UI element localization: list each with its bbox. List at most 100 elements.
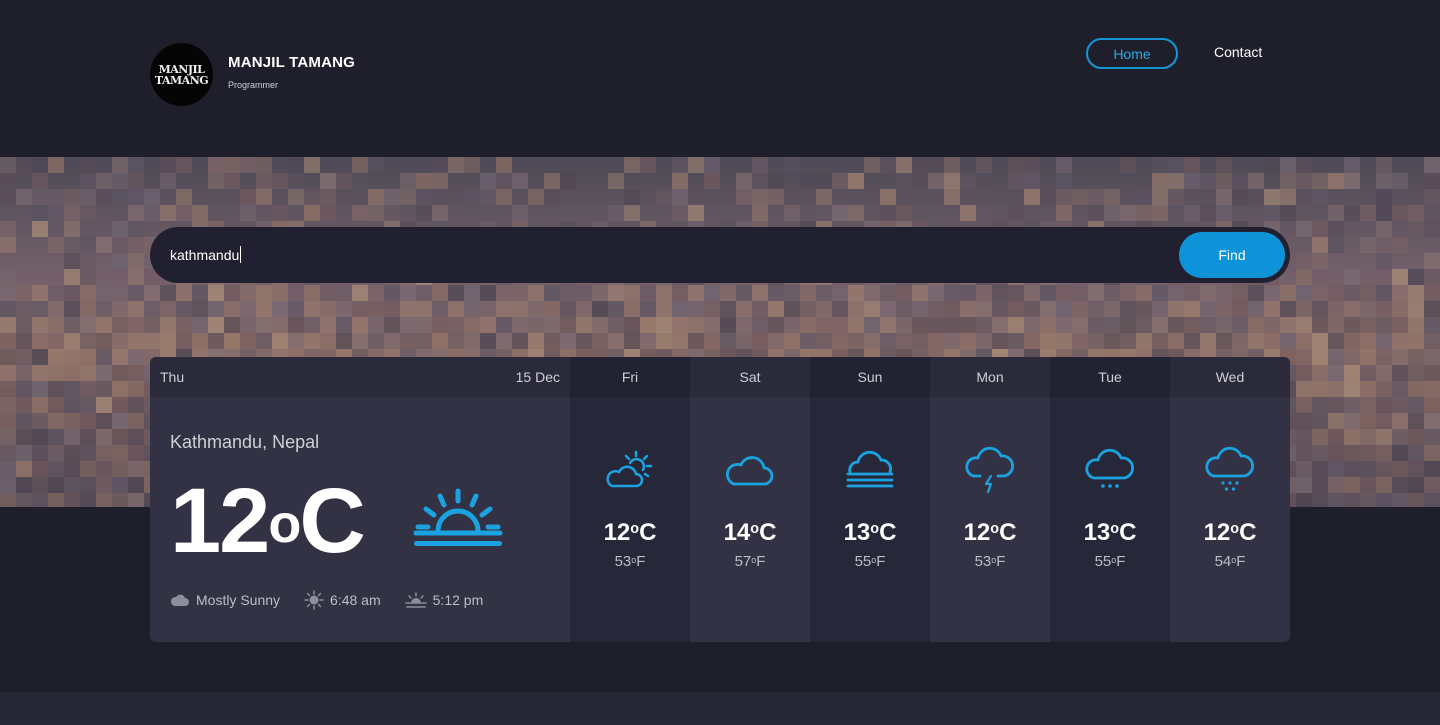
hero-pixel: [1328, 317, 1344, 333]
hero-pixel: [1344, 269, 1360, 285]
hero-pixel: [1200, 173, 1216, 189]
hero-pixel: [1344, 333, 1360, 349]
hero-pixel: [32, 189, 48, 205]
hero-pixel: [416, 317, 432, 333]
hero-pixel: [736, 173, 752, 189]
hero-pixel: [144, 189, 160, 205]
hero-pixel: [1072, 317, 1088, 333]
hero-pixel: [1360, 285, 1376, 301]
hero-pixel: [432, 173, 448, 189]
hero-pixel: [16, 157, 32, 173]
hero-pixel: [1248, 285, 1264, 301]
hero-pixel: [880, 317, 896, 333]
hero-pixel: [0, 445, 16, 461]
hero-pixel: [32, 429, 48, 445]
hero-pixel: [1296, 413, 1312, 429]
hero-pixel: [400, 189, 416, 205]
hero-pixel: [1168, 317, 1184, 333]
hero-pixel: [32, 461, 48, 477]
hero-pixel: [496, 285, 512, 301]
hero-pixel: [144, 301, 160, 317]
nav-home-link[interactable]: Home: [1086, 38, 1178, 69]
hero-pixel: [464, 333, 480, 349]
hero-pixel: [240, 285, 256, 301]
hero-pixel: [160, 301, 176, 317]
hero-pixel: [1296, 381, 1312, 397]
hero-pixel: [384, 285, 400, 301]
hero-pixel: [1312, 365, 1328, 381]
hero-pixel: [1376, 461, 1392, 477]
hero-pixel: [704, 173, 720, 189]
hero-pixel: [224, 333, 240, 349]
hero-pixel: [912, 157, 928, 173]
hero-pixel: [688, 301, 704, 317]
hero-pixel: [512, 317, 528, 333]
hero-pixel: [1376, 317, 1392, 333]
hero-pixel: [1328, 173, 1344, 189]
hero-pixel: [64, 205, 80, 221]
hero-pixel: [32, 493, 48, 507]
find-button[interactable]: Find: [1179, 232, 1285, 278]
hero-pixel: [944, 189, 960, 205]
hero-pixel: [1392, 429, 1408, 445]
hero-pixel: [320, 189, 336, 205]
hero-pixel: [1392, 381, 1408, 397]
hero-pixel: [1312, 445, 1328, 461]
hero-pixel: [80, 221, 96, 237]
hero-pixel: [1392, 349, 1408, 365]
hero-pixel: [800, 317, 816, 333]
hero-pixel: [1088, 317, 1104, 333]
hero-pixel: [1344, 365, 1360, 381]
hero-pixel: [1296, 253, 1312, 269]
hero-pixel: [1136, 285, 1152, 301]
hero-pixel: [1376, 333, 1392, 349]
logo[interactable]: MANJIL TAMANG: [150, 43, 213, 106]
hero-pixel: [864, 333, 880, 349]
hero-pixel: [1216, 173, 1232, 189]
hero-pixel: [48, 157, 64, 173]
day-temp-f: 55oF: [1094, 553, 1126, 570]
hero-pixel: [1424, 365, 1440, 381]
hero-pixel: [864, 317, 880, 333]
hero-pixel: [1152, 205, 1168, 221]
hero-pixel: [1312, 461, 1328, 477]
hero-pixel: [1312, 477, 1328, 493]
hero-pixel: [656, 285, 672, 301]
hero-pixel: [848, 301, 864, 317]
hero-pixel: [1392, 413, 1408, 429]
hero-pixel: [400, 301, 416, 317]
hero-pixel: [16, 301, 32, 317]
forecast-day: Wed 12oC 54oF: [1170, 357, 1290, 642]
hero-pixel: [1120, 333, 1136, 349]
hero-pixel: [704, 157, 720, 173]
hero-pixel: [1312, 333, 1328, 349]
hero-pixel: [480, 333, 496, 349]
hero-pixel: [128, 365, 144, 381]
hero-pixel: [368, 157, 384, 173]
search-input[interactable]: [170, 245, 1070, 265]
hero-pixel: [1360, 477, 1376, 493]
hero-pixel: [224, 173, 240, 189]
day-temp-c: 13oC: [843, 519, 897, 546]
hero-pixel: [1008, 173, 1024, 189]
hero-pixel: [832, 173, 848, 189]
hero-pixel: [1360, 333, 1376, 349]
hero-pixel: [1360, 445, 1376, 461]
hero-pixel: [544, 301, 560, 317]
hero-pixel: [304, 333, 320, 349]
hero-pixel: [1344, 477, 1360, 493]
hero-pixel: [1424, 413, 1440, 429]
hero-pixel: [160, 333, 176, 349]
hero-pixel: [816, 205, 832, 221]
nav-contact-link[interactable]: Contact: [1214, 44, 1262, 60]
hero-pixel: [1296, 477, 1312, 493]
hero-pixel: [1008, 333, 1024, 349]
hero-pixel: [800, 285, 816, 301]
hero-pixel: [1232, 189, 1248, 205]
hero-pixel: [1040, 189, 1056, 205]
hero-pixel: [1424, 477, 1440, 493]
hero-pixel: [624, 205, 640, 221]
hero-pixel: [1360, 317, 1376, 333]
hero-pixel: [112, 397, 128, 413]
hero-pixel: [720, 333, 736, 349]
